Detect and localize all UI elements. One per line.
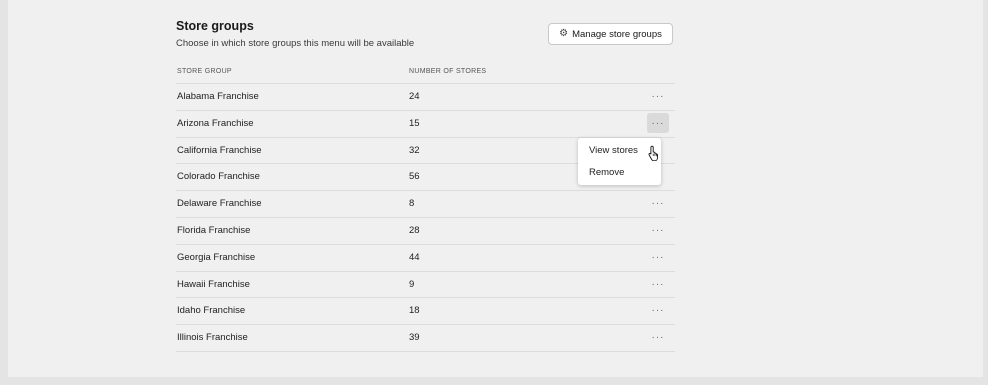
table-row: Georgia Franchise 44 ··· (176, 245, 675, 272)
table-row: Arizona Franchise 15 ··· (176, 111, 675, 138)
store-count: 9 (409, 278, 415, 290)
column-header-number-of-stores: NUMBER OF STORES (409, 68, 487, 75)
store-count: 8 (409, 198, 415, 210)
store-group-name: Florida Franchise (177, 224, 251, 236)
table-row: Alabama Franchise 24 ··· (176, 84, 675, 111)
store-count: 56 (409, 171, 420, 183)
manage-store-groups-label: Manage store groups (572, 28, 662, 40)
gear-icon: ⚙ (559, 28, 569, 39)
menu-item-view-stores[interactable]: View stores (589, 145, 638, 156)
store-count: 18 (409, 305, 420, 317)
store-group-name: Hawaii Franchise (177, 278, 250, 290)
more-horizontal-icon[interactable]: ··· (647, 247, 669, 267)
store-group-name: Arizona Franchise (177, 117, 254, 129)
table-row: Delaware Franchise 8 ··· (176, 191, 675, 218)
store-count: 24 (409, 91, 420, 102)
table-row: Illinois Franchise 39 ··· (176, 325, 675, 352)
store-groups-table: Alabama Franchise 24 ··· Arizona Franchi… (176, 83, 675, 352)
store-group-name: California Franchise (177, 144, 262, 156)
more-horizontal-icon[interactable]: ··· (647, 87, 669, 107)
more-horizontal-icon[interactable]: ··· (647, 113, 669, 134)
store-group-name: Illinois Franchise (177, 332, 248, 344)
more-horizontal-icon[interactable]: ··· (647, 220, 669, 240)
column-header-store-group: STORE GROUP (177, 68, 232, 75)
more-horizontal-icon[interactable]: ··· (647, 194, 669, 214)
hand-pointer-icon (648, 145, 658, 161)
store-count: 15 (409, 117, 420, 129)
store-count: 39 (409, 332, 420, 344)
store-groups-panel: Store groups Choose in which store group… (8, 0, 983, 377)
menu-item-remove[interactable]: Remove (589, 167, 624, 178)
store-count: 44 (409, 251, 420, 263)
store-count: 28 (409, 224, 420, 236)
more-horizontal-icon[interactable]: ··· (647, 274, 669, 294)
more-horizontal-icon[interactable]: ··· (647, 328, 669, 348)
section-subtitle: Choose in which store groups this menu w… (176, 38, 415, 49)
store-group-name: Idaho Franchise (177, 305, 246, 317)
table-row: Hawaii Franchise 9 ··· (176, 272, 675, 299)
store-group-name: Colorado Franchise (177, 171, 260, 183)
store-group-name: Delaware Franchise (177, 198, 262, 210)
manage-store-groups-button[interactable]: ⚙ Manage store groups (548, 23, 673, 45)
table-row: Idaho Franchise 18 ··· (176, 298, 675, 326)
store-group-name: Alabama Franchise (177, 91, 259, 102)
section-title: Store groups (176, 19, 254, 33)
store-group-name: Georgia Franchise (177, 251, 256, 263)
more-horizontal-icon[interactable]: ··· (647, 301, 669, 321)
store-count: 32 (409, 144, 420, 156)
table-row: Florida Franchise 28 ··· (176, 218, 675, 245)
